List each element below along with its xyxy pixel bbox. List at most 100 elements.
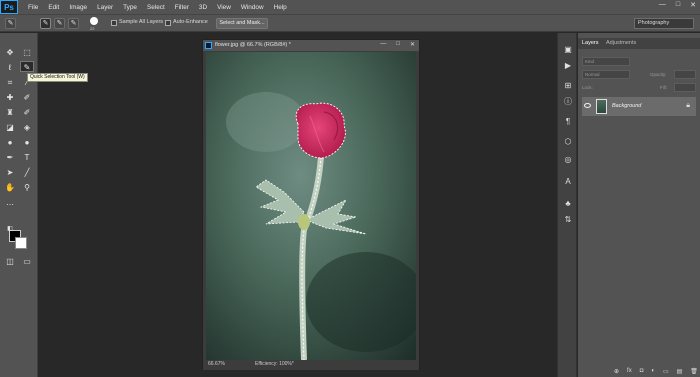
default-colors-icon[interactable]: ◧ xyxy=(3,224,17,235)
image-canvas[interactable] xyxy=(206,52,416,360)
crop-tool-icon[interactable]: ⌗ xyxy=(3,77,17,88)
more-tools-icon[interactable]: ⋯ xyxy=(3,199,17,210)
properties-panel-icon[interactable]: ⊞ xyxy=(562,81,574,91)
menu-type[interactable]: Type xyxy=(123,4,137,11)
brush-preview-icon[interactable] xyxy=(90,17,98,25)
adjustment-layer-icon[interactable]: ◐ xyxy=(651,368,655,374)
tool-tooltip: Quick Selection Tool (W) xyxy=(27,73,88,82)
close-button[interactable]: ✕ xyxy=(690,1,696,9)
character-panel-icon[interactable]: ¶ xyxy=(562,117,574,127)
workspace-select[interactable]: Photography xyxy=(634,18,694,29)
menu-help[interactable]: Help xyxy=(274,4,287,11)
layer-name[interactable]: Background xyxy=(612,103,641,109)
menu-bar: Ps File Edit Image Layer Type Select Fil… xyxy=(0,0,700,14)
channels-panel-icon[interactable]: ◎ xyxy=(562,155,574,165)
flower-photo xyxy=(206,52,416,360)
doc-close-button[interactable]: ✕ xyxy=(410,41,415,48)
tab-layers[interactable]: Layers xyxy=(582,40,599,46)
zoom-tool-icon[interactable]: ⚲ xyxy=(20,182,34,193)
healing-brush-icon[interactable]: ✚ xyxy=(3,92,17,103)
fill-label: Fill: xyxy=(660,85,667,90)
quick-selection-tool-icon[interactable]: ✎ xyxy=(20,61,34,72)
auto-enhance-label: Auto-Enhance xyxy=(173,19,208,25)
layer-row-background[interactable]: Background 🔒︎ xyxy=(582,97,696,116)
minimize-button[interactable]: — xyxy=(659,1,666,9)
brush-settings-icon[interactable]: ♣ xyxy=(562,199,574,209)
brush-size-value: 22 xyxy=(90,26,95,31)
lock-icon[interactable]: 🔒︎ xyxy=(686,102,690,110)
hand-tool-icon[interactable]: ✋ xyxy=(3,182,17,193)
subtract-from-selection-icon[interactable]: ✎ xyxy=(68,18,79,29)
panel-tabs: Layers Adjustments xyxy=(578,38,700,49)
path-selection-icon[interactable]: ➤ xyxy=(3,167,17,178)
history-brush-icon[interactable]: ✐ xyxy=(20,107,34,118)
move-tool-icon[interactable]: ✥ xyxy=(3,47,17,58)
history-panel-icon[interactable]: ▣ xyxy=(562,45,574,55)
menu-layer[interactable]: Layer xyxy=(97,4,113,11)
type-tool-icon[interactable]: T xyxy=(20,152,34,163)
document-title: flower.jpg @ 66.7% (RGB/8#) * xyxy=(215,42,291,48)
lasso-tool-icon[interactable]: ℓ xyxy=(3,62,17,73)
menu-view[interactable]: View xyxy=(217,4,231,11)
layer-filter-select[interactable]: Kind xyxy=(582,57,630,66)
sample-all-layers-checkbox[interactable] xyxy=(111,20,117,26)
menu-edit[interactable]: Edit xyxy=(48,4,59,11)
menu-3d[interactable]: 3D xyxy=(199,4,207,11)
pen-tool-icon[interactable]: ✒ xyxy=(3,152,17,163)
menu-window[interactable]: Window xyxy=(241,4,264,11)
paint-bucket-icon[interactable]: ◈ xyxy=(20,122,34,133)
background-color-swatch[interactable] xyxy=(15,237,27,249)
tools-panel: ✥ ⬚ ℓ ✎ ⌗ ⁄ ✚ ✐ ♜ ✐ ◪ ◈ ● ● ✒ T ➤ ╱ ✋ ⚲ … xyxy=(0,33,38,377)
3d-panel-icon[interactable]: ⬡ xyxy=(562,137,574,147)
layers-footer: ⊕ fx ◘ ◐ ▭ ▤ 🗑 xyxy=(578,365,700,377)
brush-tool-icon[interactable]: ✐ xyxy=(20,92,34,103)
document-status-bar: 66.67% Efficiency: 100%* xyxy=(203,360,419,370)
info-panel-icon[interactable]: ⓘ xyxy=(562,97,574,107)
layer-style-icon[interactable]: fx xyxy=(627,368,632,374)
glyphs-panel-icon[interactable]: A xyxy=(562,177,574,187)
maximize-button[interactable]: □ xyxy=(676,1,680,9)
menu-file[interactable]: File xyxy=(28,4,38,11)
opacity-label: Opacity: xyxy=(650,72,667,77)
zoom-level[interactable]: 66.67% xyxy=(208,361,225,367)
blend-mode-select[interactable]: Normal xyxy=(582,70,630,79)
doc-minimize-button[interactable]: — xyxy=(380,41,386,48)
menu-select[interactable]: Select xyxy=(147,4,165,11)
new-selection-icon[interactable]: ✎ xyxy=(40,18,51,29)
new-layer-icon[interactable]: ▤ xyxy=(677,368,683,375)
document-window: flower.jpg @ 66.7% (RGB/8#) * — □ ✕ 66.6… xyxy=(202,39,420,370)
opacity-field[interactable] xyxy=(674,70,696,79)
quick-mask-icon[interactable]: ◫ xyxy=(3,256,17,267)
dodge-tool-icon[interactable]: ● xyxy=(20,137,34,148)
blur-tool-icon[interactable]: ● xyxy=(3,137,17,148)
visibility-eye-icon[interactable] xyxy=(584,103,591,108)
screen-mode-icon[interactable]: ▭ xyxy=(20,256,34,267)
new-group-icon[interactable]: ▭ xyxy=(663,368,669,375)
fill-field[interactable] xyxy=(674,83,696,92)
auto-enhance-checkbox[interactable] xyxy=(165,20,171,26)
document-ps-icon xyxy=(205,42,212,49)
tool-preset-icon[interactable]: ✎ xyxy=(5,18,16,29)
delete-layer-icon[interactable]: 🗑 xyxy=(690,368,698,375)
menu-image[interactable]: Image xyxy=(69,4,87,11)
add-to-selection-icon[interactable]: ✎ xyxy=(54,18,65,29)
efficiency-status[interactable]: Efficiency: 100%* xyxy=(255,361,294,367)
link-layers-icon[interactable]: ⊕ xyxy=(614,368,619,375)
doc-maximize-button[interactable]: □ xyxy=(396,41,400,48)
actions-panel-icon[interactable]: ▶ xyxy=(562,61,574,71)
line-tool-icon[interactable]: ╱ xyxy=(20,167,34,178)
layers-panel: Layers Adjustments Kind Normal Opacity: … xyxy=(578,33,700,377)
lock-label: Lock: xyxy=(582,85,593,90)
document-titlebar[interactable]: flower.jpg @ 66.7% (RGB/8#) * — □ ✕ xyxy=(203,40,419,51)
adjust-panel-icon[interactable]: ⇅ xyxy=(562,215,574,225)
select-and-mask-button[interactable]: Select and Mask... xyxy=(216,18,268,29)
clone-stamp-icon[interactable]: ♜ xyxy=(3,107,17,118)
layer-mask-icon[interactable]: ◘ xyxy=(640,368,644,374)
marquee-tool-icon[interactable]: ⬚ xyxy=(20,47,34,58)
document-controls: — □ ✕ xyxy=(380,41,415,48)
tab-adjustments[interactable]: Adjustments xyxy=(606,40,636,46)
options-bar: ✎ ✎ ✎ ✎ 22 Sample All Layers Auto-Enhanc… xyxy=(0,14,700,32)
photoshop-logo: Ps xyxy=(0,0,18,14)
eraser-tool-icon[interactable]: ◪ xyxy=(3,122,17,133)
menu-filter[interactable]: Filter xyxy=(175,4,189,11)
